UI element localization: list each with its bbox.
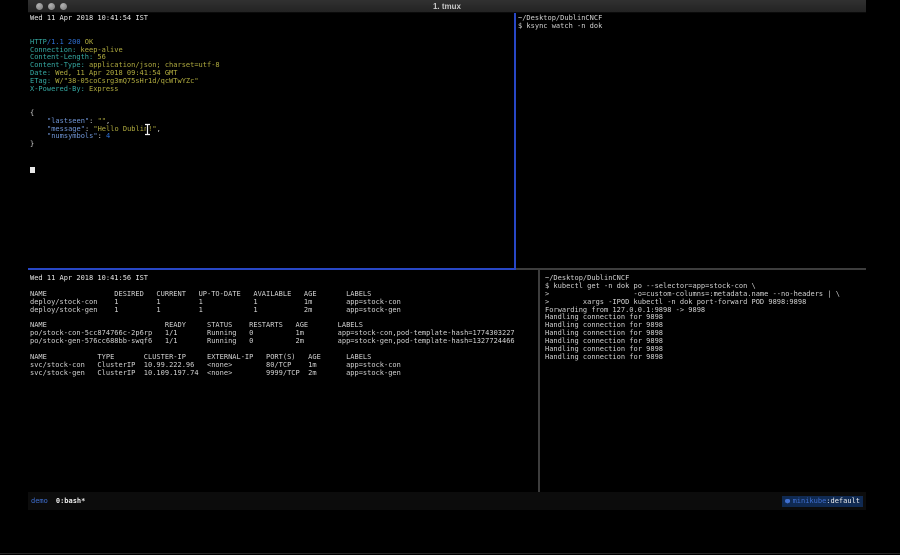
- json-separator: :: [89, 117, 97, 125]
- screen: 1. tmux Wed 11 Apr 2018 10:41:54 IST HTT…: [0, 0, 900, 555]
- json-close-brace: }: [30, 141, 514, 149]
- pod-row: po/stock-gen-576cc688bb-swqf6 1/1 Runnin…: [30, 338, 538, 346]
- json-entry: "numsymbols": 4: [30, 133, 514, 141]
- json-key: "numsymbols": [47, 132, 98, 140]
- handling-line: Handling connection for 9898: [545, 354, 866, 362]
- header-name: Content-Type:: [30, 61, 85, 69]
- cursor-line: [30, 165, 514, 173]
- json-key: "lastseen": [47, 117, 89, 125]
- pane-kubectl-get[interactable]: Wed 11 Apr 2018 10:41:56 IST NAME DESIRE…: [28, 270, 538, 492]
- http-protocol: HTTP: [30, 38, 47, 46]
- header-name: Date:: [30, 69, 51, 77]
- service-row: svc/stock-gen ClusterIP 10.109.197.74 <n…: [30, 370, 538, 378]
- screen-bottom-edge: [0, 553, 900, 554]
- pane-ksync[interactable]: ~/Desktop/DublinCNCF $ ksync watch -n do…: [516, 13, 866, 268]
- header-value: Express: [89, 85, 119, 93]
- timestamp-line: Wed 11 Apr 2018 10:41:56 IST: [30, 275, 538, 283]
- terminal-cursor: [30, 167, 35, 173]
- json-value: "": [98, 117, 106, 125]
- command-line: $ ksync watch -n dok: [518, 23, 866, 31]
- header-name: Content-Length:: [30, 53, 93, 61]
- mouse-cursor-ibeam: [143, 123, 152, 136]
- http-header-line: X-Powered-By: Express: [30, 86, 514, 94]
- window-titlebar[interactable]: 1. tmux: [28, 0, 866, 13]
- tmux-status-bar: demo 0:bash* minikube:default: [28, 492, 866, 510]
- header-value: 56: [97, 53, 105, 61]
- kube-namespace: :default: [826, 497, 860, 505]
- http-version-code: /1.1 200: [47, 38, 81, 46]
- minikube-hexagon-icon: [785, 499, 790, 504]
- header-value: application/json; charset=utf-8: [89, 61, 220, 69]
- json-separator: :: [98, 132, 106, 140]
- header-value: Wed, 11 Apr 2018 09:41:54 GMT: [55, 69, 177, 77]
- header-name: ETag:: [30, 77, 51, 85]
- status-right-segment: minikube:default: [782, 496, 863, 507]
- json-key: "message": [47, 125, 85, 133]
- header-value: W/"38-05coCsrg3mQ75sHr1d/qcWTwYZc": [55, 77, 198, 85]
- header-name: X-Powered-By:: [30, 85, 85, 93]
- window-tab-bash[interactable]: 0:bash*: [56, 497, 86, 505]
- header-value: keep-alive: [81, 46, 123, 54]
- json-comma: ,: [106, 117, 110, 125]
- terminal-window: 1. tmux Wed 11 Apr 2018 10:41:54 IST HTT…: [28, 0, 866, 510]
- session-name: demo: [31, 497, 48, 505]
- timestamp-line: Wed 11 Apr 2018 10:41:54 IST: [30, 15, 514, 23]
- json-comma: ,: [157, 125, 161, 133]
- pane-port-forward[interactable]: ~/Desktop/DublinCNCF $ kubectl get -n do…: [540, 270, 866, 492]
- pane-http-response[interactable]: Wed 11 Apr 2018 10:41:54 IST HTTP/1.1 20…: [28, 13, 514, 268]
- http-reason: OK: [85, 38, 93, 46]
- window-title: 1. tmux: [28, 1, 866, 12]
- kube-context: minikube: [793, 497, 827, 505]
- header-name: Connection:: [30, 46, 76, 54]
- json-value: 4: [106, 132, 110, 140]
- deployment-row: deploy/stock-gen 1 1 1 1 2m app=stock-ge…: [30, 307, 538, 315]
